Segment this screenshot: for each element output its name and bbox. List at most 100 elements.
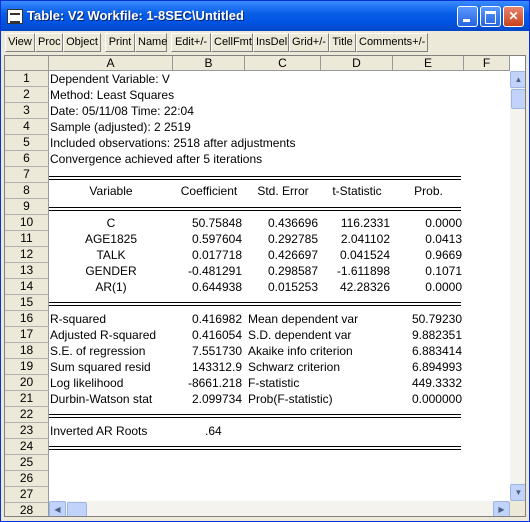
row-header[interactable]: 12 [5,247,49,263]
divider-line [49,302,461,303]
row-header[interactable]: 16 [5,311,49,327]
row-header[interactable]: 24 [5,439,49,455]
row-header[interactable]: 3 [5,103,49,119]
coef-tstat: 116.2331 [340,216,390,230]
row-header[interactable]: 8 [5,183,49,199]
coef-header-coefficient: Coefficient [180,184,238,198]
maximize-button[interactable] [480,6,501,27]
observations-text: Included observations: 2518 after adjust… [50,136,296,150]
coef-stderror: 0.015253 [267,280,318,294]
stat-value: 6.883414 [411,344,462,358]
coef-tstat: 42.28326 [339,280,390,294]
row-header[interactable]: 28 [5,503,49,516]
coef-value: -0.481291 [187,264,242,278]
convergence-text: Convergence achieved after 5 iterations [50,152,263,166]
coef-prob: 0.9669 [425,248,462,262]
row-header[interactable]: 1 [5,71,49,87]
divider-line [49,417,461,418]
grid-toggle-button[interactable]: Grid+/- [289,33,329,52]
stat-value: 50.79230 [411,312,462,326]
coef-prob: 0.0000 [425,280,462,294]
date-time-text: Date: 05/11/08 Time: 22:04 [50,104,194,118]
row-header[interactable]: 19 [5,359,49,375]
horizontal-scrollbar[interactable]: ◀ ▶ [49,501,510,516]
view-button[interactable]: View [5,33,35,52]
row-header[interactable]: 27 [5,487,49,503]
comments-toggle-button[interactable]: Comments+/- [356,33,428,52]
select-all-corner[interactable] [5,56,49,71]
row-header[interactable]: 5 [5,135,49,151]
horizontal-scroll-thumb[interactable] [67,502,87,516]
insdel-button[interactable]: InsDel [253,33,289,52]
coef-header-variable: Variable [89,184,133,198]
proc-button[interactable]: Proc [35,33,63,52]
cellfmt-button[interactable]: CellFmt [211,33,253,52]
stat-label: Adjusted R-squared [50,328,157,342]
row-header[interactable]: 25 [5,455,49,471]
row-header[interactable]: 11 [5,231,49,247]
stat-label: Durbin-Watson stat [50,392,153,406]
row-header[interactable]: 22 [5,407,49,423]
row-header[interactable]: 23 [5,423,49,439]
row-header[interactable]: 10 [5,215,49,231]
object-button[interactable]: Object [63,33,101,52]
table-icon [7,9,23,24]
coef-value: 0.017718 [191,248,242,262]
column-header-e[interactable]: E [393,56,464,71]
row-header[interactable]: 15 [5,295,49,311]
stat-value: 0.000000 [411,392,462,406]
method-text: Method: Least Squares [50,88,175,102]
row-header[interactable]: 18 [5,343,49,359]
stat-value: 6.894993 [411,360,462,374]
column-header-f[interactable]: F [464,56,510,71]
coef-prob: 0.1071 [425,264,462,278]
coef-stderror: 0.436696 [267,216,318,230]
row-header[interactable]: 6 [5,151,49,167]
column-header-b[interactable]: B [173,56,245,71]
name-button[interactable]: Name [135,33,167,52]
divider-line [49,449,461,450]
sample-text: Sample (adjusted): 2 2519 [50,120,191,134]
row-header[interactable]: 13 [5,263,49,279]
print-button[interactable]: Print [105,33,135,52]
vertical-scroll-thumb[interactable] [511,89,525,109]
divider-line [49,210,461,211]
minimize-button[interactable] [457,6,478,27]
scroll-up-arrow-icon[interactable]: ▲ [510,71,525,88]
coef-value: 0.644938 [191,280,242,294]
stat-label: Prob(F-statistic) [248,392,333,406]
coef-tstat: 2.041102 [340,232,390,246]
title-button[interactable]: Title [329,33,356,52]
ar-roots-value: .64 [205,424,222,438]
coef-stderror: 0.292785 [267,232,318,246]
stat-label: S.E. of regression [50,344,146,358]
scroll-down-arrow-icon[interactable]: ▼ [510,484,525,501]
spreadsheet-grid[interactable]: A B C D E F 1 2 3 4 5 6 7 8 9 10 11 12 1… [4,55,526,517]
coef-value: 50.75848 [191,216,242,230]
row-header[interactable]: 2 [5,87,49,103]
divider-line [49,207,461,208]
coef-prob: 0.0000 [425,216,462,230]
column-header-c[interactable]: C [245,56,321,71]
row-header[interactable]: 14 [5,279,49,295]
column-header-d[interactable]: D [321,56,393,71]
row-header[interactable]: 9 [5,199,49,215]
row-header[interactable]: 17 [5,327,49,343]
coef-tstat: 0.041524 [339,248,390,262]
divider-line [49,176,461,177]
close-button[interactable]: ✕ [503,6,524,27]
scroll-right-arrow-icon[interactable]: ▶ [493,501,510,516]
row-header[interactable]: 20 [5,375,49,391]
column-header-a[interactable]: A [49,56,173,71]
scroll-left-arrow-icon[interactable]: ◀ [49,501,66,516]
coef-tstat: -1.611898 [336,264,390,278]
edit-toggle-button[interactable]: Edit+/- [171,33,211,52]
vertical-scrollbar[interactable]: ▲ ▼ [510,71,525,501]
coef-header-stderror: Std. Error [257,184,309,198]
row-header[interactable]: 4 [5,119,49,135]
title-bar[interactable]: Table: V2 Workfile: 1-8SEC\Untitled ✕ [1,1,529,31]
stat-label: S.D. dependent var [248,328,352,342]
row-header[interactable]: 7 [5,167,49,183]
row-header[interactable]: 21 [5,391,49,407]
row-header[interactable]: 26 [5,471,49,487]
